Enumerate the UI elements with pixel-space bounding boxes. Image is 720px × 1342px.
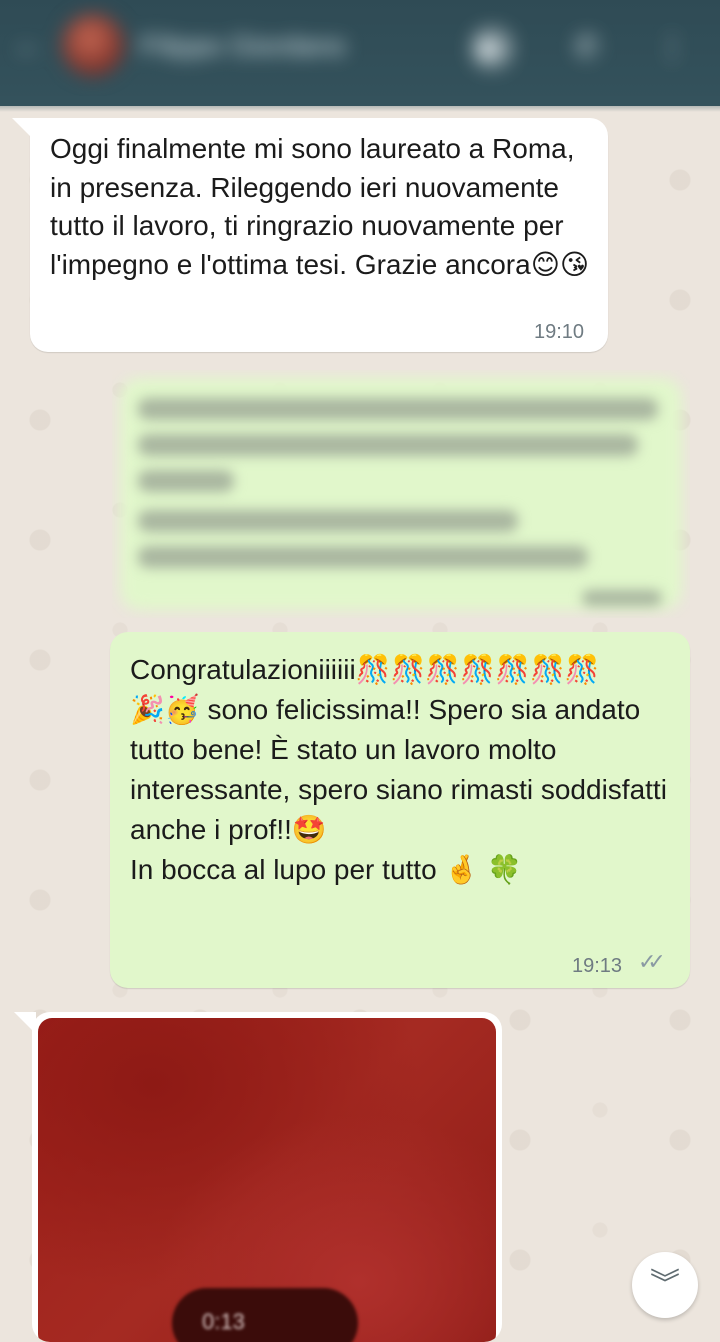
avatar[interactable] (62, 14, 124, 76)
blurred-time (582, 590, 662, 606)
phone-icon[interactable]: ✆ (565, 26, 609, 70)
bubble-tail (12, 118, 34, 140)
arrow-left-icon[interactable]: ← (14, 30, 44, 60)
message-bubble-outgoing-blurred[interactable] (112, 370, 690, 618)
vertical-dots-icon[interactable]: ⋮ (650, 26, 694, 70)
video-camera-icon[interactable]: ▶ (470, 26, 514, 70)
message-time: 19:13 (572, 955, 623, 977)
message-bubble-outgoing[interactable]: Congratulazioniiiiii🎊🎊🎊🎊🎊🎊🎊 🎉🥳 sono feli… (110, 632, 690, 988)
message-text: Oggi finalmente mi sono laureato a Roma,… (50, 133, 590, 280)
blurred-text-line (138, 434, 638, 456)
message-bubble-incoming[interactable]: Oggi finalmente mi sono laureato a Roma,… (30, 118, 608, 352)
blurred-text-line (138, 470, 234, 492)
blurred-text-line (138, 546, 588, 568)
double-check-icon: ✓✓ (638, 949, 666, 974)
video-duration-pill[interactable]: 0:13 (172, 1288, 358, 1342)
chat-header: ← Filippo Giordano ▶ ✆ ⋮ (0, 0, 720, 106)
blurred-text-line (138, 398, 658, 420)
video-duration: 0:13 (202, 1309, 245, 1334)
bubble-tail (14, 1012, 36, 1034)
contact-name[interactable]: Filippo Giordano (140, 28, 420, 64)
header-shadow (0, 96, 720, 112)
message-time: 19:10 (534, 321, 585, 343)
image-message[interactable]: 0:13 (32, 1012, 502, 1342)
blurred-text-line (138, 510, 518, 532)
message-text: Congratulazioniiiiii🎊🎊🎊🎊🎊🎊🎊 🎉🥳 sono feli… (130, 654, 667, 885)
double-chevron-down-icon[interactable]: ︾ (632, 1252, 698, 1318)
